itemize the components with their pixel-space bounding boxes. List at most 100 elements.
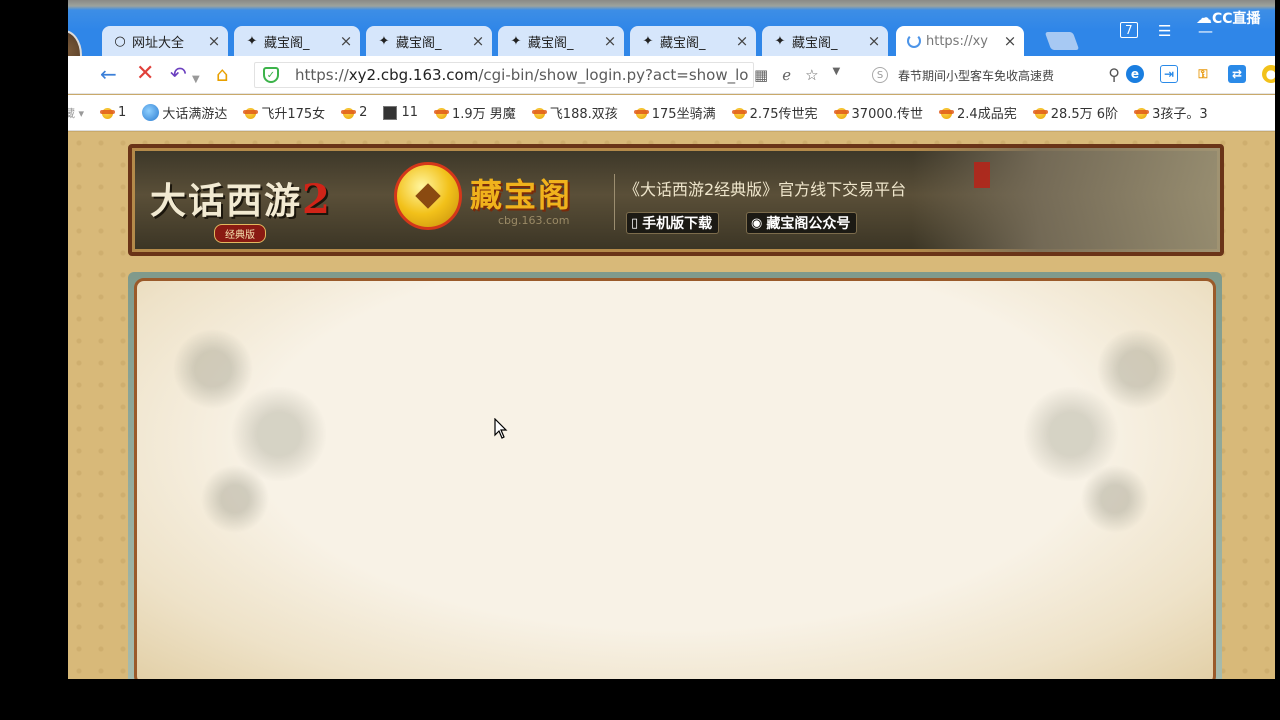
red-seal-stamp [974, 162, 990, 188]
tab-home[interactable]: ○ 网址大全 × [102, 26, 228, 56]
close-icon[interactable]: × [866, 32, 882, 50]
globe-icon: ○ [114, 33, 126, 49]
cbg-favicon-icon: ✦ [510, 33, 522, 49]
ink-flower-decoration [147, 291, 367, 551]
bookmarks-chevron-icon[interactable]: 藏 ▾ [68, 105, 84, 121]
cbg-favicon-icon [833, 106, 850, 120]
tab-cbg[interactable]: ✦ 藏宝阁_ × [234, 26, 360, 56]
address-bar[interactable]: ✓ https://xy2.cbg.163.com/cgi-bin/show_l… [254, 62, 754, 88]
browser-logo-icon[interactable]: e [1126, 65, 1144, 83]
translate-icon[interactable]: ⇄ [1228, 65, 1246, 83]
bookmark-label: 175坐骑满 [651, 107, 716, 122]
key-icon[interactable]: ⚿ [1194, 65, 1212, 83]
bookmark-item[interactable]: 2 [341, 105, 367, 120]
menu-icon[interactable]: ☰ [1158, 22, 1171, 40]
login-icon[interactable]: ⇥ [1160, 65, 1178, 83]
bookmark-label: 大话满游达 [162, 107, 228, 122]
cbg-favicon-icon: ✦ [774, 33, 786, 49]
ink-flower-decoration [983, 291, 1203, 551]
cbg-favicon-icon [433, 106, 450, 120]
close-icon[interactable]: × [734, 32, 750, 50]
game-logo-number: 2 [302, 176, 332, 223]
search-box[interactable]: S 春节期间小型客车免收高速费 ⚲ [868, 62, 1120, 88]
close-icon[interactable]: × [470, 32, 486, 50]
loading-spinner-icon [906, 33, 922, 49]
tab-label: 藏宝阁_ [792, 35, 838, 51]
tab-cbg[interactable]: ✦ 藏宝阁_ × [762, 26, 888, 56]
home-icon[interactable]: ⌂ [216, 64, 229, 84]
search-icon[interactable]: ⚲ [1108, 65, 1120, 84]
dark-favicon-icon [383, 105, 398, 120]
cbg-favicon-icon: ✦ [642, 33, 654, 49]
url-path: /cgi-bin/show_login.py?act=show_lo [478, 66, 749, 84]
login-panel [134, 278, 1216, 679]
bookmark-label: 飞188.双孩 [549, 107, 618, 122]
bookmark-item[interactable]: 飞升175女 [243, 103, 325, 122]
address-bar-tools: ▦ ℯ ☆ ▼ [754, 66, 840, 84]
bookmark-label: 37000.传世 [851, 107, 924, 122]
url-scheme: https:// [295, 66, 349, 84]
tab-count-badge[interactable]: 7 [1120, 22, 1138, 38]
stop-loading-icon[interactable]: ✕ [136, 63, 154, 85]
close-icon[interactable]: × [338, 32, 354, 50]
cbg-favicon-icon: ✦ [246, 33, 258, 49]
site-banner: 大话西游2 经典版 藏宝阁 cbg.163.com 《大话西游2经典版》官方线下… [128, 144, 1224, 256]
star-icon[interactable]: ☆ [805, 66, 818, 84]
bookmark-item[interactable]: 28.5万 6阶 [1032, 103, 1119, 122]
bookmark-item[interactable]: 2.75传世宪 [731, 103, 818, 122]
game-logo[interactable]: 大话西游2 [150, 172, 332, 224]
mobile-download-button[interactable]: ▯ 手机版下载 [626, 212, 720, 234]
tab-strip: ○ 网址大全 × ✦ 藏宝阁_ × ✦ 藏宝阁_ × ✦ 藏宝阁_ × ✦ 藏宝… [68, 0, 1275, 80]
bookmark-item[interactable]: 1.9万 男魔 [433, 103, 516, 122]
qr-code-icon[interactable]: ▦ [754, 66, 768, 84]
bookmark-label: 11 [401, 105, 418, 120]
cbg-favicon-icon [939, 106, 955, 120]
tab-cbg[interactable]: ✦ 藏宝阁_ × [630, 26, 756, 56]
tab-active-loading[interactable]: https://xy × [896, 26, 1024, 56]
bookmark-item[interactable]: 37000.传世 [833, 103, 924, 122]
cbg-favicon-icon [341, 106, 357, 120]
search-engine-icon[interactable]: S [872, 67, 888, 83]
bookmark-item[interactable]: 11 [383, 105, 418, 120]
tab-cbg[interactable]: ✦ 藏宝阁_ × [366, 26, 492, 56]
game-edition-label: 经典版 [214, 224, 266, 243]
ie-mode-icon[interactable]: ℯ [782, 66, 791, 84]
cloud-icon: ☁ [1196, 8, 1212, 27]
extension-icon[interactable]: ● [1262, 65, 1275, 83]
dahua-favicon-icon [142, 104, 160, 121]
banner-slogan: 《大话西游2经典版》官方线下交易平台 [624, 180, 907, 199]
cbg-favicon-icon: ✦ [378, 33, 390, 49]
url-host: xy2.cbg.163.com [348, 66, 479, 84]
wechat-account-button[interactable]: ◉ 藏宝阁公众号 [746, 212, 858, 234]
bookmark-item[interactable]: 2.4成品宪 [939, 103, 1017, 122]
site-name[interactable]: 藏宝阁 [470, 170, 572, 216]
button-label: 手机版下载 [642, 216, 713, 232]
cbg-favicon-icon [731, 106, 748, 120]
close-icon[interactable]: × [206, 32, 222, 50]
undo-icon[interactable]: ↶ [170, 64, 187, 84]
bookmark-item[interactable]: 3孩子。3 [1134, 103, 1208, 122]
cbg-favicon-icon [1032, 106, 1049, 120]
chevron-down-icon[interactable]: ▼ [833, 66, 841, 84]
banner-divider [614, 174, 615, 230]
navigation-bar: ← ✕ ↶ ▼ ⌂ ✓ https://xy2.cbg.163.com/cgi-… [68, 56, 1275, 94]
extension-toolbar: e ⇥ ⚿ ⇄ ● [1126, 65, 1275, 83]
tab-label: 藏宝阁_ [528, 35, 574, 51]
bookmark-label: 28.5万 6阶 [1050, 107, 1119, 122]
chevron-down-icon[interactable]: ▼ [192, 70, 200, 90]
bookmark-item[interactable]: 1 [100, 105, 126, 120]
back-arrow-icon[interactable]: ← [100, 64, 117, 84]
new-tab-button[interactable] [1044, 32, 1080, 50]
bookmark-item[interactable]: 大话满游达 [142, 103, 227, 122]
bookmark-label: 飞升175女 [261, 107, 326, 122]
bookmarks-bar: 藏 ▾ 1 大话满游达 飞升175女 2 11 1.9万 男魔 飞188.双孩 … [68, 95, 1275, 131]
bookmark-item[interactable]: 飞188.双孩 [531, 103, 618, 122]
close-icon[interactable]: × [1002, 32, 1018, 50]
close-icon[interactable]: × [602, 32, 618, 50]
tab-cbg[interactable]: ✦ 藏宝阁_ × [498, 26, 624, 56]
cbg-favicon-icon [243, 106, 259, 120]
bookmark-item[interactable]: 175坐骑满 [633, 103, 716, 122]
cc-live-watermark: ☁CC直播 [1196, 8, 1261, 28]
tab-label: 藏宝阁_ [264, 35, 310, 51]
page-content: 大话西游2 经典版 藏宝阁 cbg.163.com 《大话西游2经典版》官方线下… [68, 132, 1275, 679]
